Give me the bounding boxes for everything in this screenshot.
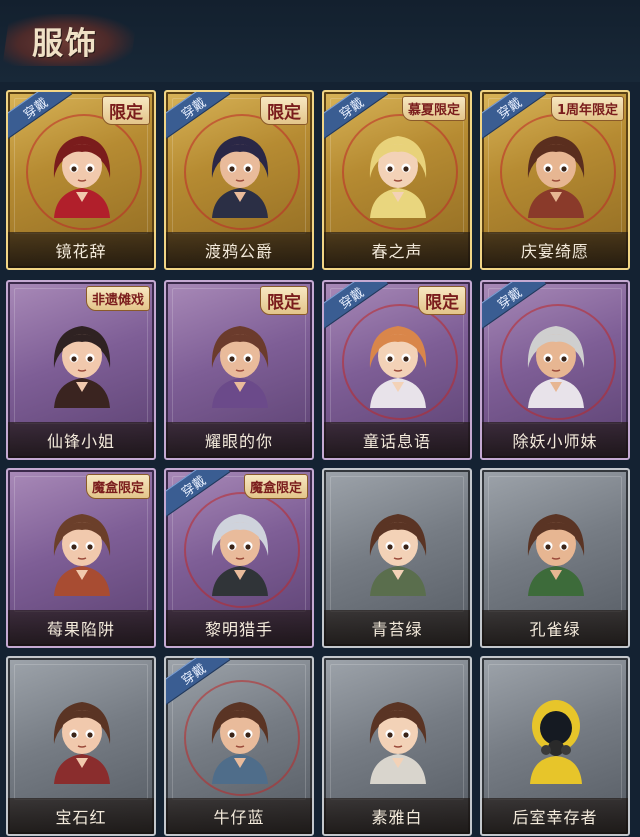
character-portrait (53, 702, 111, 784)
limited-tag: 限定 (102, 96, 150, 125)
character-portrait (369, 326, 427, 408)
costume-name: 青苔绿 (324, 610, 470, 646)
costume-card[interactable]: 慕夏限定 穿戴 春之声 (322, 90, 472, 270)
character-portrait (369, 136, 427, 218)
costume-name: 黎明猎手 (166, 610, 312, 646)
costume-card[interactable]: 非遗傩戏仙锋小姐 (6, 280, 156, 460)
section-title: 服饰 (32, 26, 98, 62)
costume-card[interactable]: 穿戴 除妖小师妹 (480, 280, 630, 460)
limited-tag: 限定 (260, 286, 308, 315)
costume-name: 孔雀绿 (482, 610, 628, 646)
costume-card[interactable]: 限定 穿戴 童话息语 (322, 280, 472, 460)
character-portrait (53, 136, 111, 218)
costume-name: 庆宴绮愿 (482, 232, 628, 268)
costume-card[interactable]: 魔盒限定莓果陷阱 (6, 468, 156, 648)
character-portrait (211, 514, 269, 596)
costume-name: 耀眼的你 (166, 422, 312, 458)
costume-card[interactable]: 限定 穿戴 渡鸦公爵 (164, 90, 314, 270)
character-portrait (369, 514, 427, 596)
costume-card[interactable]: 孔雀绿 (480, 468, 630, 648)
costume-name: 春之声 (324, 232, 470, 268)
costume-card[interactable]: 魔盒限定 穿戴 黎明猎手 (164, 468, 314, 648)
costume-name: 镜花辞 (8, 232, 154, 268)
character-portrait (53, 326, 111, 408)
character-portrait (527, 136, 585, 218)
character-portrait (211, 326, 269, 408)
character-portrait (211, 136, 269, 218)
limited-tag: 魔盒限定 (243, 474, 308, 499)
limited-tag: 魔盒限定 (85, 474, 150, 499)
costume-name: 除妖小师妹 (482, 422, 628, 458)
character-portrait (211, 702, 269, 784)
costume-card[interactable]: 限定耀眼的你 (164, 280, 314, 460)
section-header: 服饰 (0, 0, 640, 82)
character-portrait (530, 700, 582, 784)
limited-tag: 非遗傩戏 (85, 286, 150, 311)
costume-card[interactable]: 宝石红 (6, 656, 156, 836)
character-portrait (527, 326, 585, 408)
costume-card[interactable]: 青苔绿 (322, 468, 472, 648)
costume-name: 牛仔蓝 (166, 798, 312, 834)
limited-tag: 1周年限定 (550, 96, 624, 121)
costume-name: 素雅白 (324, 798, 470, 834)
costume-name: 莓果陷阱 (8, 610, 154, 646)
character-portrait (53, 514, 111, 596)
character-portrait (369, 702, 427, 784)
costume-card[interactable]: 穿戴 牛仔蓝 (164, 656, 314, 836)
limited-tag: 限定 (418, 286, 466, 315)
costume-name: 宝石红 (8, 798, 154, 834)
costume-name: 仙锋小姐 (8, 422, 154, 458)
costume-card[interactable]: 素雅白 (322, 656, 472, 836)
costume-name: 后室幸存者 (482, 798, 628, 834)
costume-card[interactable]: 1周年限定 穿戴 庆宴绮愿 (480, 90, 630, 270)
character-portrait (527, 514, 585, 596)
costume-card[interactable]: 限定 穿戴 镜花辞 (6, 90, 156, 270)
limited-tag: 慕夏限定 (401, 96, 466, 121)
costume-card[interactable]: 后室幸存者 (480, 656, 630, 836)
costume-name: 渡鸦公爵 (166, 232, 312, 268)
limited-tag: 限定 (260, 96, 308, 125)
costume-name: 童话息语 (324, 422, 470, 458)
